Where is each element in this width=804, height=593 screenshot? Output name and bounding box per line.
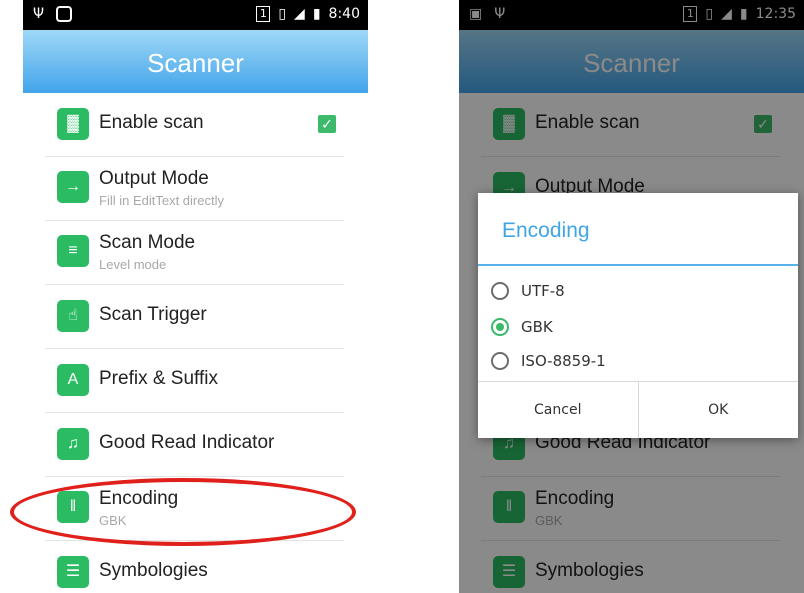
barcode-icon: ‖: [57, 491, 89, 523]
option-utf-8[interactable]: UTF-8: [491, 277, 565, 305]
setting-encoding[interactable]: ‖ Encoding GBK: [45, 477, 344, 541]
cancel-button[interactable]: Cancel: [478, 382, 638, 438]
battery-icon: ▮: [312, 6, 321, 22]
encoding-dialog: Encoding UTF-8 GBK ISO-8859-1 Cancel OK: [478, 193, 798, 438]
setting-value: Level mode: [99, 257, 167, 272]
setting-value: GBK: [99, 513, 127, 528]
scan-mode-icon: ≡: [57, 235, 89, 267]
option-label: ISO-8859-1: [521, 352, 606, 370]
radio-button[interactable]: [491, 352, 509, 370]
setting-good-read-indicator[interactable]: ♫ Good Read Indicator: [45, 413, 344, 477]
setting-scan-mode[interactable]: ≡ Scan Mode Level mode: [45, 221, 344, 285]
dialog-divider: [478, 264, 798, 266]
setting-label: Output Mode: [99, 168, 209, 189]
no-signal-icon: ◢: [294, 6, 305, 22]
setting-label: Prefix & Suffix: [99, 368, 218, 389]
setting-label: Good Read Indicator: [99, 432, 275, 453]
setting-label: Symbologies: [99, 560, 208, 581]
sim-icon: 1: [256, 6, 271, 22]
setting-scan-trigger[interactable]: ☝ Scan Trigger: [45, 285, 344, 349]
scan-icon: ▓: [57, 108, 89, 140]
setting-output-mode[interactable]: → Output Mode Fill in EditText directly: [45, 157, 344, 221]
left-phone-screen: Ψ 1 ▯ ◢ ▮ 8:40 Scanner ▓ Enable scan ✓ →…: [23, 0, 368, 593]
symbologies-icon: ☰: [57, 556, 89, 588]
setting-label: Scan Trigger: [99, 304, 207, 325]
setting-enable-scan[interactable]: ▓ Enable scan ✓: [45, 93, 344, 157]
ok-button[interactable]: OK: [637, 382, 799, 438]
setting-label: Encoding: [99, 488, 179, 509]
setting-label: Scan Mode: [99, 232, 196, 253]
setting-symbologies[interactable]: ☰ Symbologies: [45, 541, 344, 593]
output-icon: →: [57, 171, 89, 203]
option-label: GBK: [521, 318, 553, 336]
option-iso-8859-1[interactable]: ISO-8859-1: [491, 347, 606, 375]
setting-prefix-suffix[interactable]: A Prefix & Suffix: [45, 349, 344, 413]
enable-scan-checkbox[interactable]: ✓: [318, 115, 336, 133]
radio-button-selected[interactable]: [491, 318, 509, 336]
page-title: Scanner: [147, 48, 244, 78]
dialog-title: Encoding: [502, 219, 590, 242]
setting-label: Enable scan: [99, 112, 204, 133]
radio-button[interactable]: [491, 282, 509, 300]
indicator-icon: ♫: [57, 428, 89, 460]
usb-icon: Ψ: [33, 6, 45, 22]
settings-list: ▓ Enable scan ✓ → Output Mode Fill in Ed…: [23, 93, 368, 593]
option-label: UTF-8: [521, 282, 565, 300]
right-phone-screen: ▣ Ψ 1 ▯ ◢ ▮ 12:35 Scanner ▓ Enable scan …: [459, 0, 804, 593]
dialog-buttons: Cancel OK: [478, 381, 798, 438]
status-bar: Ψ 1 ▯ ◢ ▮ 8:40: [23, 0, 368, 30]
vibrate-icon: ▯: [278, 6, 287, 22]
clock: 8:40: [328, 6, 360, 22]
app-bar: Scanner: [23, 30, 368, 93]
trigger-icon: ☝: [57, 300, 89, 332]
notification-icon: [56, 6, 73, 22]
option-gbk[interactable]: GBK: [491, 313, 553, 341]
prefix-icon: A: [57, 364, 89, 396]
setting-value: Fill in EditText directly: [99, 193, 224, 208]
